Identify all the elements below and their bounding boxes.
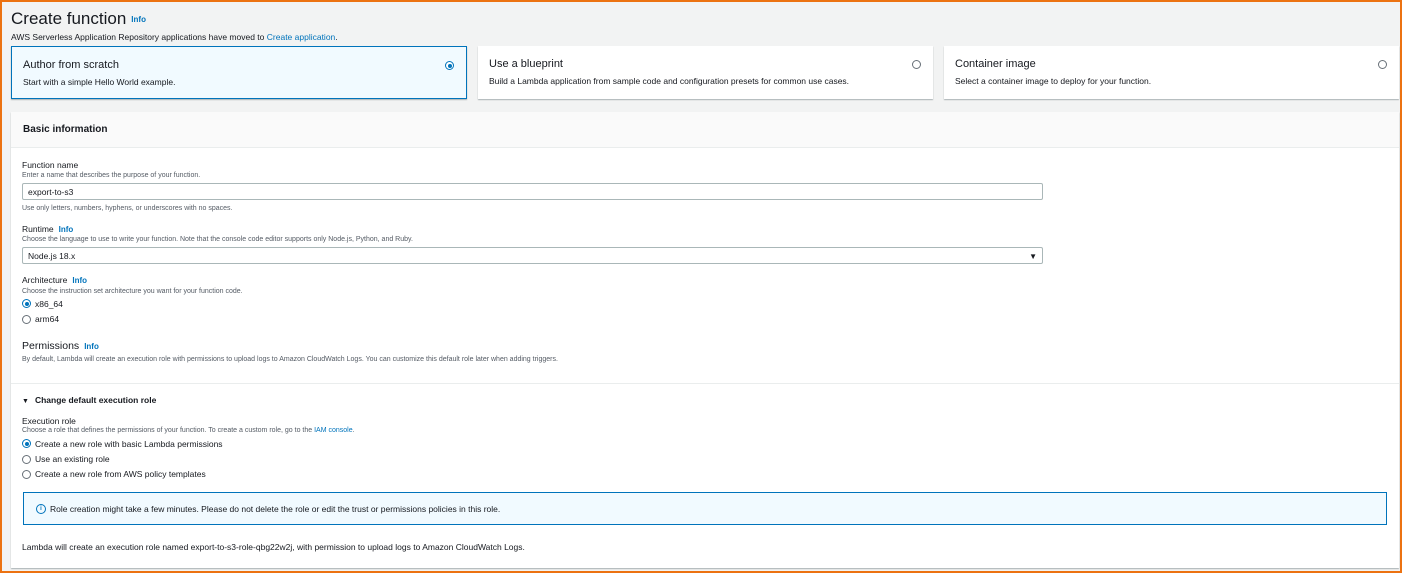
runtime-info-link[interactable]: Info bbox=[59, 225, 74, 234]
option-radio[interactable] bbox=[1378, 60, 1387, 69]
function-name-input[interactable]: export-to-s3 bbox=[22, 183, 1043, 200]
option-author-from-scratch[interactable]: Author from scratch Start with a simple … bbox=[11, 46, 467, 99]
option-radio[interactable] bbox=[912, 60, 921, 69]
create-application-link[interactable]: Create application bbox=[267, 32, 336, 42]
exec-radio-existing[interactable] bbox=[22, 455, 31, 464]
basic-information-panel: Basic information Function name Enter a … bbox=[11, 112, 1399, 568]
exec-option-existing: Use an existing role bbox=[35, 454, 110, 464]
notice-text: AWS Serverless Application Repository ap… bbox=[11, 32, 338, 42]
panel-heading: Basic information bbox=[11, 112, 1399, 148]
page-title: Create function bbox=[11, 9, 127, 28]
caret-down-icon: ▼ bbox=[22, 398, 29, 405]
section-divider bbox=[11, 383, 1399, 384]
exec-radio-templates[interactable] bbox=[22, 470, 31, 479]
architecture-label: Architecture Info bbox=[22, 275, 88, 286]
title-info-link[interactable]: Info bbox=[131, 15, 146, 24]
runtime-select[interactable]: Node.js 18.x ▼ bbox=[22, 247, 1043, 264]
runtime-label: Runtime Info bbox=[22, 224, 74, 235]
info-alert: i Role creation might take a few minutes… bbox=[23, 492, 1387, 525]
permissions-desc: By default, Lambda will create an execut… bbox=[22, 356, 558, 363]
option-radio[interactable] bbox=[445, 61, 454, 70]
exec-option-templates: Create a new role from AWS policy templa… bbox=[35, 469, 206, 479]
exec-role-toggle[interactable]: ▼ Change default execution role bbox=[22, 395, 156, 405]
architecture-option-x86: x86_64 bbox=[35, 299, 63, 309]
architecture-radio-x86[interactable] bbox=[22, 299, 31, 308]
function-name-hint: Use only letters, numbers, hyphens, or u… bbox=[22, 205, 233, 212]
function-name-desc: Enter a name that describes the purpose … bbox=[22, 172, 201, 179]
execution-role-desc: Choose a role that defines the permissio… bbox=[22, 427, 355, 434]
option-container-image[interactable]: Container image Select a container image… bbox=[944, 46, 1399, 99]
exec-radio-new-basic[interactable] bbox=[22, 439, 31, 448]
architecture-desc: Choose the instruction set architecture … bbox=[22, 288, 243, 295]
execution-role-label: Execution role bbox=[22, 416, 76, 426]
runtime-desc: Choose the language to use to write your… bbox=[22, 236, 413, 243]
info-icon: i bbox=[36, 504, 46, 514]
page-header: Create function Info bbox=[11, 9, 146, 29]
option-use-blueprint[interactable]: Use a blueprint Build a Lambda applicati… bbox=[478, 46, 933, 99]
alert-text: Role creation might take a few minutes. … bbox=[50, 504, 501, 514]
caret-down-icon: ▼ bbox=[1029, 252, 1037, 261]
architecture-radio-arm64[interactable] bbox=[22, 315, 31, 324]
role-footer-text: Lambda will create an execution role nam… bbox=[22, 542, 525, 552]
permissions-info-link[interactable]: Info bbox=[84, 342, 99, 351]
permissions-label: Permissions Info bbox=[22, 340, 99, 352]
exec-option-new-basic: Create a new role with basic Lambda perm… bbox=[35, 439, 223, 449]
iam-console-link[interactable]: IAM console bbox=[314, 427, 353, 434]
function-name-label: Function name bbox=[22, 160, 79, 170]
architecture-info-link[interactable]: Info bbox=[72, 276, 87, 285]
architecture-option-arm64: arm64 bbox=[35, 314, 60, 324]
